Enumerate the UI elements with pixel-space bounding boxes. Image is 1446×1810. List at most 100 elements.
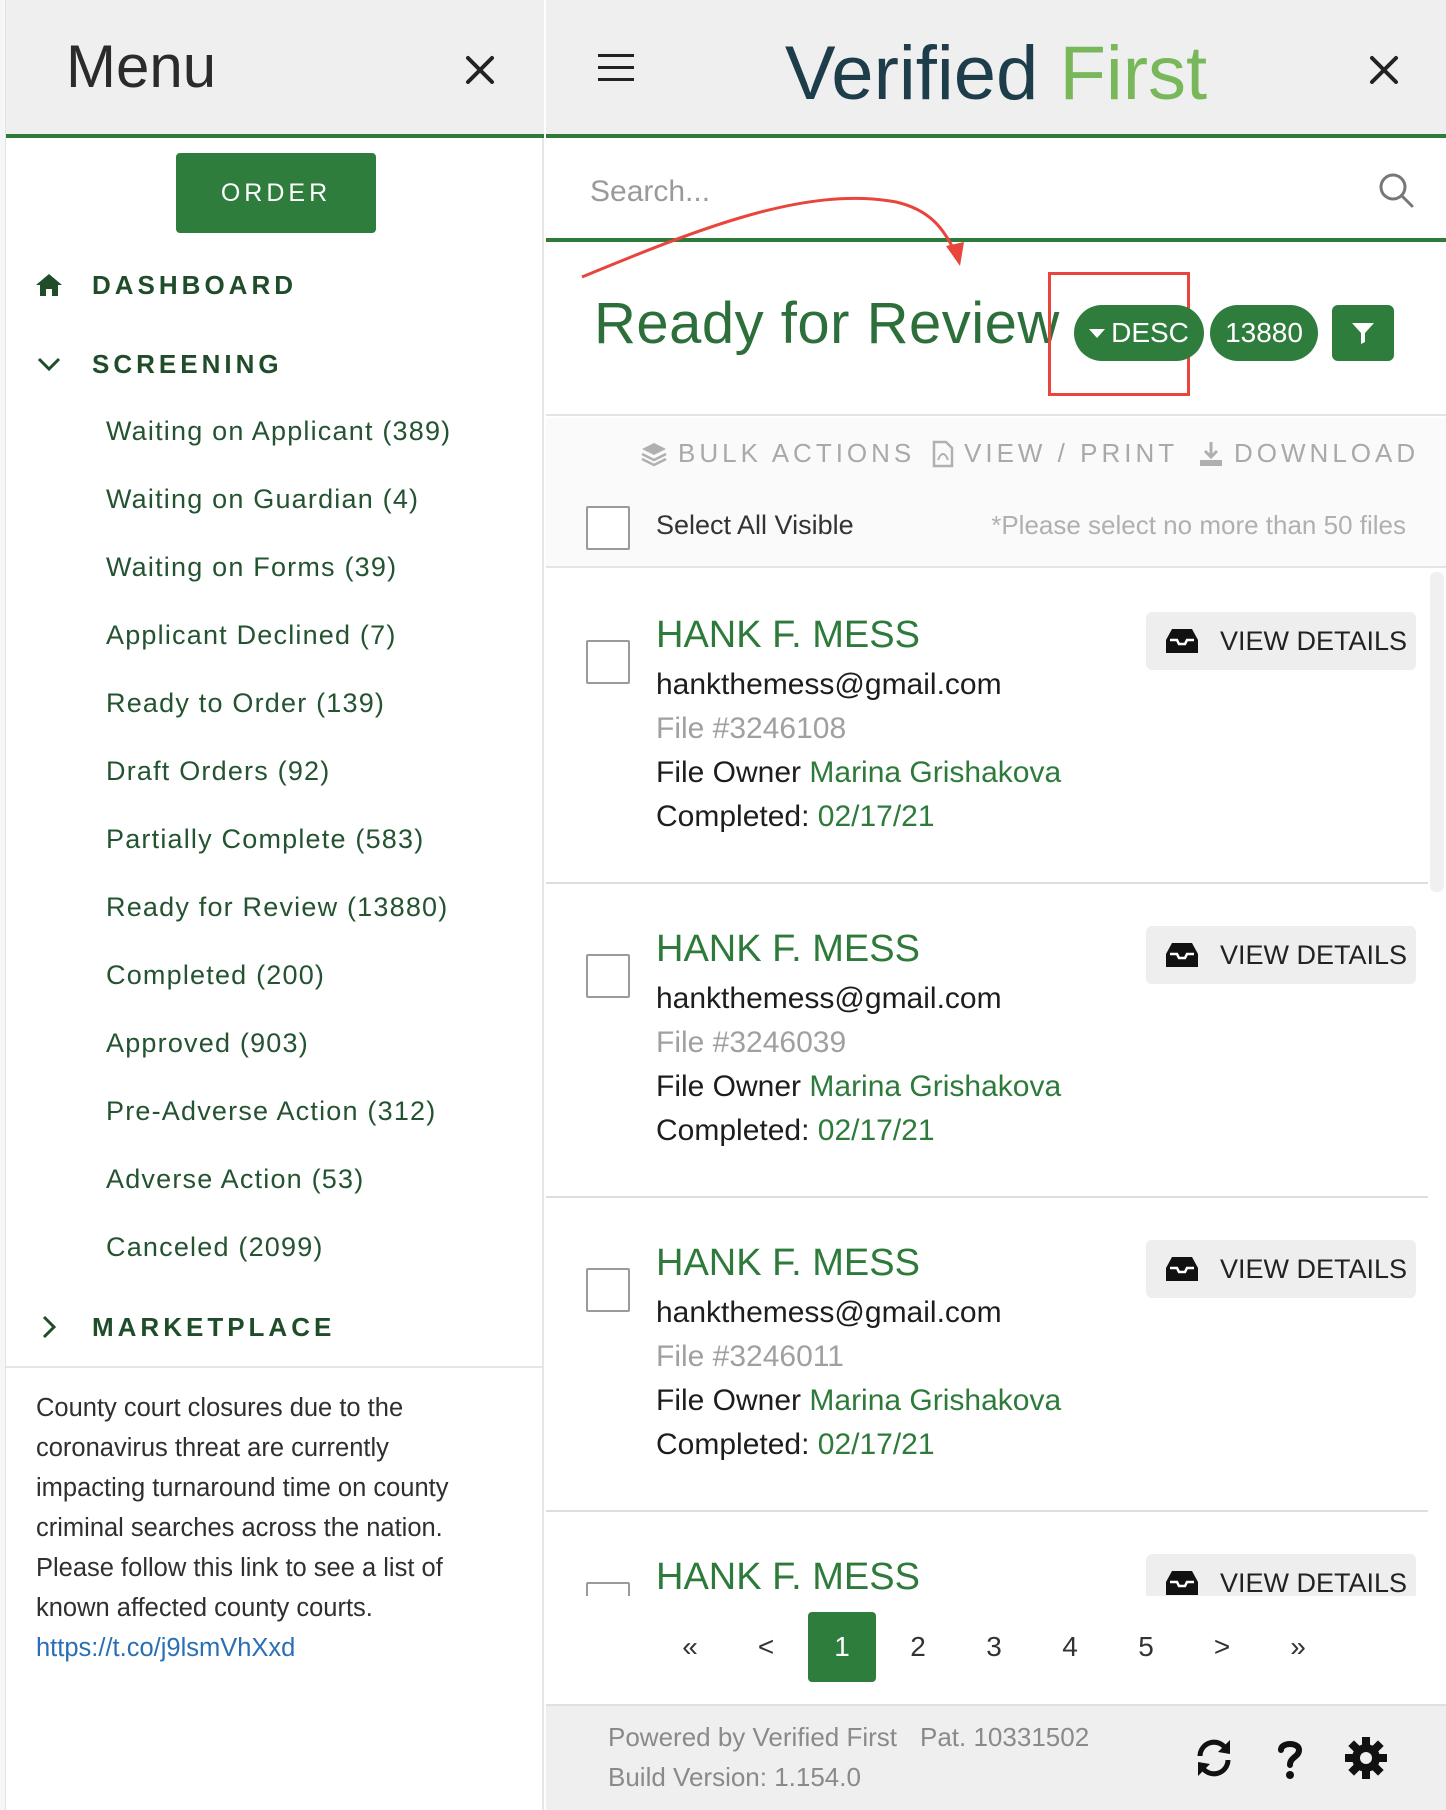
sync-icon[interactable] — [1190, 1734, 1238, 1782]
page-3[interactable]: 3 — [960, 1612, 1028, 1682]
applicant-name[interactable]: HANK F. MESS — [656, 928, 920, 971]
brand-part2: First — [1059, 31, 1208, 116]
menu-header: Menu — [6, 0, 544, 138]
nav-marketplace[interactable]: MARKETPLACE — [32, 1310, 335, 1344]
screening-item-canceled[interactable]: Canceled (2099) — [106, 1232, 324, 1263]
selection-limit-note: *Please select no more than 50 files — [991, 510, 1406, 540]
page-next[interactable]: > — [1188, 1612, 1256, 1682]
pdf-file-icon — [932, 440, 954, 467]
screening-item-waiting-on-guardian[interactable]: Waiting on Guardian (4) — [106, 484, 419, 515]
screening-item-waiting-on-forms[interactable]: Waiting on Forms (39) — [106, 552, 397, 583]
view-print-label: VIEW / PRINT — [964, 438, 1179, 468]
filter-icon — [1352, 323, 1374, 344]
screening-item-applicant-declined[interactable]: Applicant Declined (7) — [106, 620, 397, 651]
menu-divider — [6, 1366, 544, 1368]
download-icon — [1200, 441, 1222, 466]
help-icon[interactable] — [1266, 1734, 1314, 1782]
applicant-name[interactable]: HANK F. MESS — [656, 1556, 920, 1596]
notice-line: County court closures due to the — [36, 1394, 404, 1422]
list-item: HANK F. MESS hankthemess@gmail.com File … — [546, 884, 1428, 1198]
screening-item-approved[interactable]: Approved (903) — [106, 1028, 309, 1059]
inbox-icon — [1166, 629, 1198, 653]
page-title: Ready for Review — [594, 291, 1060, 356]
notice-line: impacting turnaround time on county — [36, 1474, 449, 1502]
notice-line: coronavirus threat are currently — [36, 1434, 389, 1462]
page-prev[interactable]: < — [732, 1612, 800, 1682]
close-icon[interactable] — [458, 48, 502, 92]
applicant-email: hankthemess@gmail.com — [656, 668, 1002, 701]
select-all-checkbox[interactable] — [586, 506, 630, 550]
file-owner: File Owner Marina Grishakova — [656, 756, 1061, 790]
file-owner-label: File Owner — [656, 1384, 802, 1417]
app-header: Verified First — [546, 0, 1446, 138]
select-all-label: Select All Visible — [656, 510, 854, 540]
applicant-name[interactable]: HANK F. MESS — [656, 1242, 920, 1285]
view-print-button[interactable]: VIEW / PRINT — [932, 438, 1178, 469]
page-4[interactable]: 4 — [1036, 1612, 1104, 1682]
search-icon[interactable] — [1376, 170, 1416, 210]
completed-date: Completed: 02/17/21 — [656, 1428, 935, 1462]
chevron-down-icon — [37, 357, 61, 372]
row-checkbox[interactable] — [586, 954, 630, 998]
applicant-name[interactable]: HANK F. MESS — [656, 614, 920, 657]
home-icon — [36, 274, 62, 296]
chevron-right-icon — [42, 1315, 57, 1339]
list-item: HANK F. MESS hankthemess@gmail.com File … — [546, 1198, 1428, 1512]
close-icon[interactable] — [1364, 50, 1404, 90]
order-button[interactable]: ORDER — [176, 153, 376, 233]
nav-dashboard-label: DASHBOARD — [92, 269, 297, 300]
screening-item-ready-for-review[interactable]: Ready for Review (13880) — [106, 892, 448, 923]
court-closure-notice: County court closures due to the coronav… — [36, 1388, 526, 1668]
notice-line: criminal searches across the nation. — [36, 1514, 443, 1542]
view-details-button[interactable]: VIEW DETAILS — [1146, 612, 1416, 670]
page-2[interactable]: 2 — [884, 1612, 952, 1682]
page-first[interactable]: « — [656, 1612, 724, 1682]
view-details-button[interactable]: VIEW DETAILS — [1146, 1554, 1416, 1596]
view-details-label: VIEW DETAILS — [1220, 939, 1408, 970]
brand-logo: Verified First — [546, 30, 1446, 117]
sort-desc-button[interactable]: DESC — [1074, 305, 1204, 361]
download-button[interactable]: DOWNLOAD — [1198, 438, 1419, 469]
view-details-label: VIEW DETAILS — [1220, 1567, 1408, 1597]
nav-screening[interactable]: SCREENING — [32, 347, 283, 381]
filter-button[interactable] — [1332, 305, 1394, 361]
file-owner-label: File Owner — [656, 1070, 802, 1103]
row-checkbox[interactable] — [586, 1268, 630, 1312]
list-item: HANK F. MESS hankthemess@gmail.com File … — [546, 570, 1428, 884]
bulk-actions-label: BULK ACTIONS — [678, 438, 916, 468]
view-details-button[interactable]: VIEW DETAILS — [1146, 926, 1416, 984]
screening-item-pre-adverse-action[interactable]: Pre-Adverse Action (312) — [106, 1096, 436, 1127]
gear-icon[interactable] — [1342, 1734, 1390, 1782]
screening-item-draft-orders[interactable]: Draft Orders (92) — [106, 756, 330, 787]
row-checkbox[interactable] — [586, 1582, 630, 1596]
file-owner-name: Marina Grishakova — [809, 756, 1062, 789]
nav-marketplace-label: MARKETPLACE — [92, 1311, 336, 1342]
file-owner-name: Marina Grishakova — [809, 1384, 1062, 1417]
screening-item-completed[interactable]: Completed (200) — [106, 960, 325, 991]
page-5[interactable]: 5 — [1112, 1612, 1180, 1682]
completed-date: Completed: 02/17/21 — [656, 800, 935, 834]
screening-item-waiting-on-applicant[interactable]: Waiting on Applicant (389) — [106, 416, 451, 447]
download-label: DOWNLOAD — [1234, 438, 1420, 468]
page-1[interactable]: 1 — [808, 1612, 876, 1682]
file-owner-label: File Owner — [656, 756, 802, 789]
notice-link[interactable]: https://t.co/j9lsmVhXxd — [36, 1628, 526, 1668]
notice-line: Please follow this link to see a list of — [36, 1554, 443, 1582]
bulk-actions-button[interactable]: BULK ACTIONS — [640, 438, 915, 469]
side-menu: Menu ORDER DASHBOARD SCREENING Waiting o… — [6, 0, 544, 1810]
nav-dashboard[interactable]: DASHBOARD — [32, 268, 297, 302]
view-details-button[interactable]: VIEW DETAILS — [1146, 1240, 1416, 1298]
inbox-icon — [1166, 943, 1198, 967]
inbox-icon — [1166, 1571, 1198, 1595]
list-item: HANK F. MESS VIEW DETAILS — [546, 1512, 1428, 1596]
page-last[interactable]: » — [1264, 1612, 1332, 1682]
screening-item-partially-complete[interactable]: Partially Complete (583) — [106, 824, 424, 855]
file-owner-name: Marina Grishakova — [809, 1070, 1062, 1103]
row-checkbox[interactable] — [586, 640, 630, 684]
file-number: File #3246108 — [656, 712, 847, 745]
screening-item-adverse-action[interactable]: Adverse Action (53) — [106, 1164, 364, 1195]
layers-icon — [641, 442, 667, 466]
view-details-label: VIEW DETAILS — [1220, 625, 1408, 656]
screening-item-ready-to-order[interactable]: Ready to Order (139) — [106, 688, 385, 719]
scrollbar[interactable] — [1430, 572, 1444, 892]
